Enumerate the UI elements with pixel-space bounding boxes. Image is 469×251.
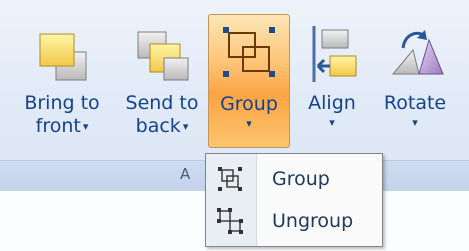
dropdown-caret-icon: ▾ [246, 117, 252, 130]
dropdown-caret-icon: ▾ [329, 116, 335, 129]
group-dropdown-menu: Group Ungroup [205, 153, 383, 247]
dropdown-caret-icon: ▾ [182, 120, 189, 133]
rotate-icon [391, 30, 444, 75]
group-label: Group [220, 93, 278, 115]
bring-to-front-icon [39, 33, 87, 81]
bring-to-front-button[interactable]: Bring to front ▾ [8, 14, 116, 148]
dropdown-caret-icon: ▾ [82, 120, 89, 133]
menu-item-group[interactable]: Group [206, 158, 382, 200]
ungroup-objects-icon [217, 208, 243, 234]
send-to-back-label-line1: Send to [125, 92, 199, 114]
send-to-back-label-line2: back [135, 115, 181, 137]
align-icon [312, 26, 357, 82]
align-button[interactable]: Align ▾ [296, 14, 368, 148]
send-to-back-icon [137, 31, 189, 81]
group-button[interactable]: Group ▾ [208, 14, 290, 148]
bring-to-front-label-line1: Bring to [24, 92, 100, 114]
menu-item-ungroup-label: Ungroup [272, 210, 354, 232]
align-label: Align [308, 92, 356, 114]
bring-to-front-label-line2: front [35, 115, 81, 137]
ribbon-group-label: A [180, 165, 191, 183]
rotate-button[interactable]: Rotate ▾ [374, 14, 456, 148]
dropdown-caret-icon: ▾ [412, 116, 418, 129]
group-objects-icon [218, 167, 242, 191]
menu-item-group-label: Group [272, 168, 330, 190]
menu-item-ungroup[interactable]: Ungroup [206, 200, 382, 242]
rotate-label: Rotate [383, 92, 447, 114]
group-icon [223, 27, 275, 77]
send-to-back-button[interactable]: Send to back ▾ [118, 14, 206, 148]
